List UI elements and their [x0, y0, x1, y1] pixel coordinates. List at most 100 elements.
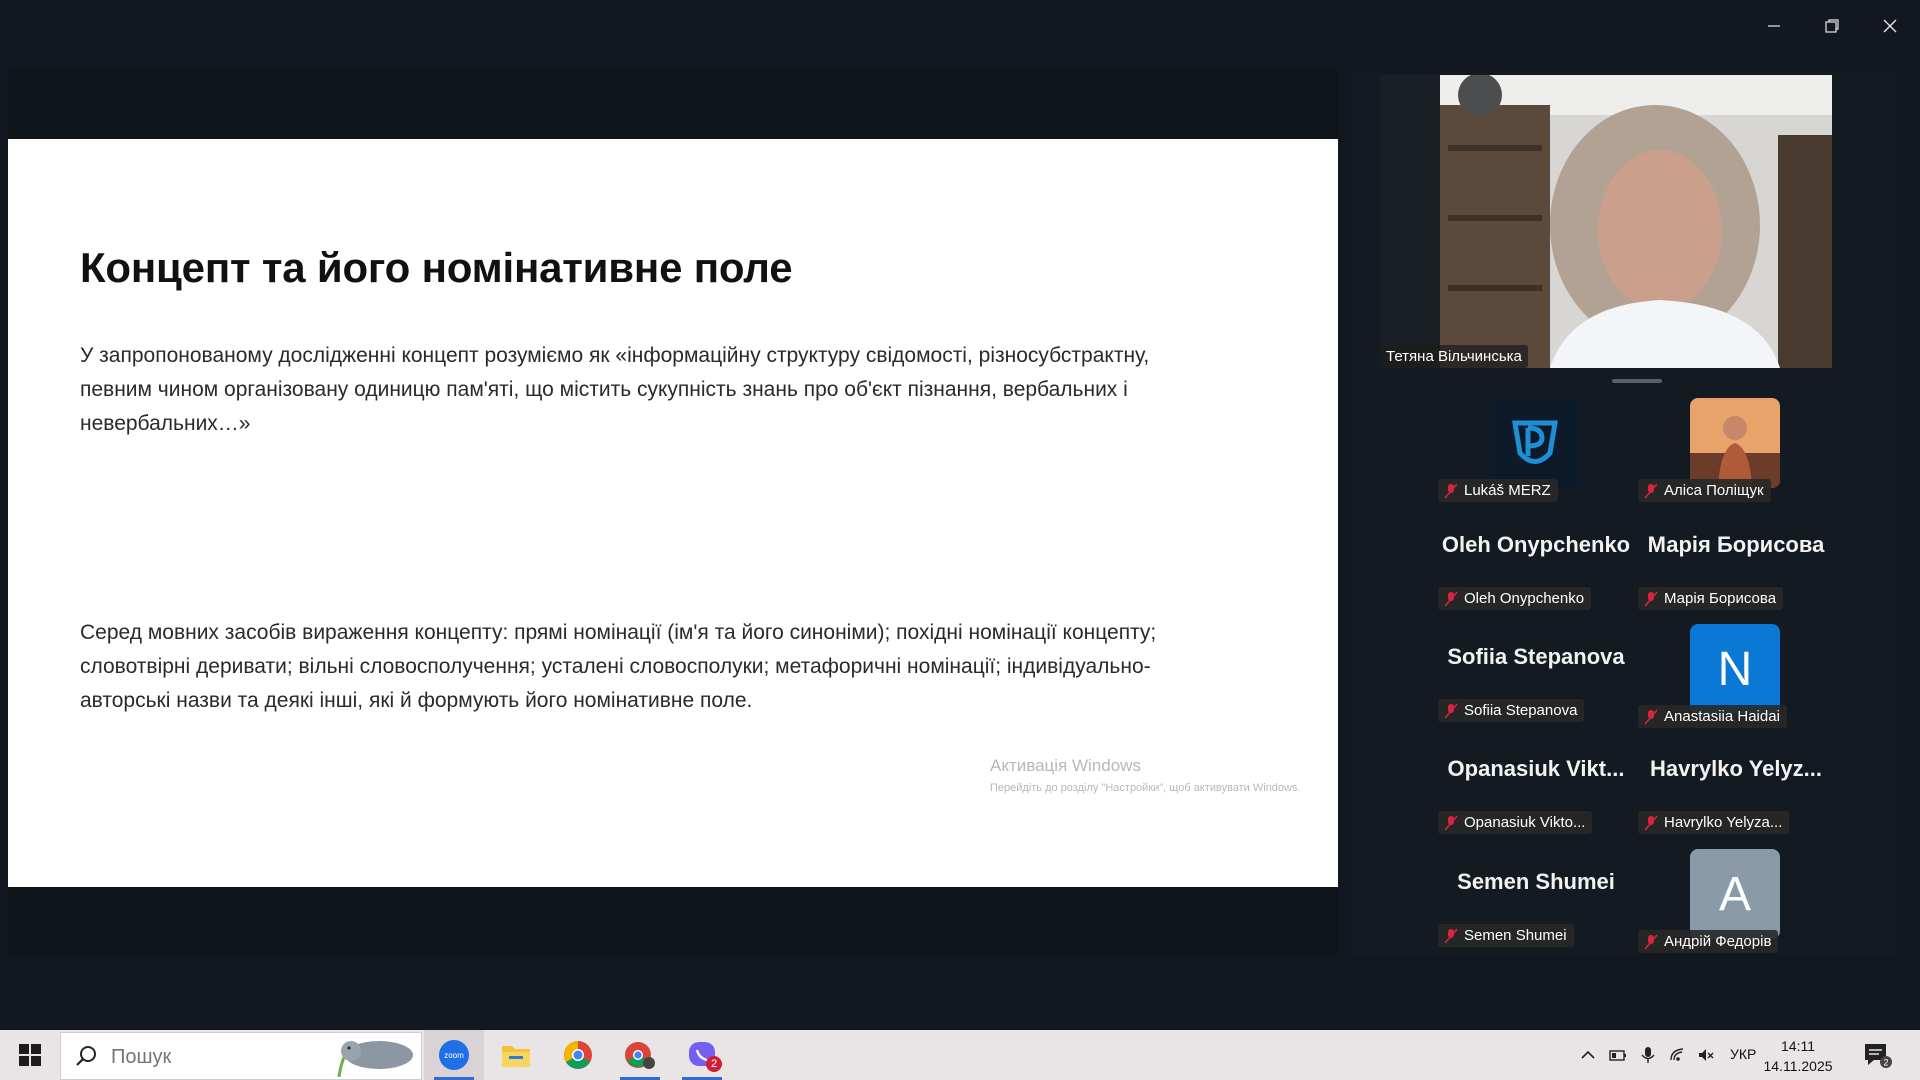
participant-tile[interactable]: A Андрій Федорів [1636, 849, 1836, 953]
presentation-slide: Концепт та його номінативне поле У запро… [8, 139, 1338, 887]
input-language-indicator[interactable]: УКР [1730, 1046, 1756, 1062]
slide-paragraph-2: Серед мовних засобів вираження концепту:… [80, 621, 1157, 712]
microphone-muted-icon [1644, 709, 1658, 725]
notification-center-button[interactable]: 2 [1862, 1040, 1892, 1070]
participant-tile[interactable]: Semen Shumei Semen Shumei [1436, 843, 1636, 947]
university-logo-avatar [1490, 398, 1580, 488]
wifi-icon [1670, 1048, 1684, 1061]
participant-name: Semen Shumei [1464, 927, 1567, 944]
participant-display-name: Semen Shumei [1457, 869, 1615, 894]
show-hidden-icons-button[interactable] [1576, 1030, 1600, 1080]
gallery-scroll-handle[interactable] [1612, 379, 1662, 383]
speaker-name-tag: Тетяна Вільчинська [1380, 345, 1528, 368]
participant-name-tag: Semen Shumei [1438, 924, 1574, 947]
participant-display-name: Марія Борисова [1647, 532, 1825, 557]
participant-name: Марія Борисова [1664, 590, 1777, 607]
letter-avatar: A [1690, 849, 1780, 939]
participant-name-tag: Lukáš MERZ [1438, 479, 1558, 502]
participant-name: Opanasiuk Vikto... [1464, 814, 1586, 831]
participant-photo-avatar [1690, 398, 1780, 488]
chevron-up-icon [1581, 1050, 1595, 1059]
participant-tile[interactable]: Марія Борисова Марія Борисова [1636, 506, 1836, 610]
network-button[interactable] [1666, 1030, 1690, 1080]
notification-badge: 2 [706, 1056, 722, 1072]
participant-display-name: Opanasiuk Vikt... [1447, 756, 1625, 781]
slide-paragraph-1: У запропонованому дослідженні концепт ро… [80, 344, 1150, 435]
participant-name: Андрій Федорів [1664, 933, 1772, 950]
chrome-icon [564, 1041, 592, 1069]
participant-name: Anastasiia Haidai [1664, 708, 1780, 725]
windows-taskbar: zoom 2 УКР 14:11 14.11.2025 2 [0, 1030, 1920, 1080]
taskbar-viber[interactable]: 2 [672, 1030, 732, 1080]
microphone-muted-icon [1444, 928, 1458, 944]
taskbar-file-explorer[interactable] [486, 1030, 546, 1080]
participant-name: Oleh Onypchenko [1464, 590, 1585, 607]
clock-date: 14.11.2025 [1763, 1058, 1833, 1074]
microphone-muted-icon [1444, 815, 1458, 831]
participant-tile[interactable]: Opanasiuk Vikt... Opanasiuk Vikto... [1436, 730, 1636, 834]
restore-button[interactable] [1804, 6, 1860, 46]
active-speaker-tile[interactable]: Тетяна Вільчинська [1380, 75, 1832, 368]
notifications-icon: 2 [1865, 1044, 1892, 1068]
notification-count: 2 [1883, 1058, 1888, 1068]
participant-display-name: Sofiia Stepanova [1447, 644, 1625, 669]
search-icon [76, 1046, 96, 1066]
microphone-muted-icon [1644, 934, 1658, 950]
taskbar-search[interactable] [60, 1032, 422, 1080]
minimize-button[interactable] [1746, 6, 1802, 46]
activation-title: Активація Windows [990, 756, 1141, 775]
participant-name-tag: Марія Борисова [1638, 587, 1784, 610]
participant-name-tag: Аліса Поліщук [1638, 479, 1771, 502]
participant-tile[interactable]: Аліса Поліщук [1636, 398, 1836, 502]
microphone-muted-icon [1644, 483, 1658, 499]
participant-tile[interactable]: Havrylko Yelyz... Havrylko Yelyza... [1636, 730, 1836, 834]
activation-subtitle: Перейдіть до розділу "Настройки", щоб ак… [990, 782, 1301, 794]
close-icon [1883, 19, 1897, 33]
window-titlebar [0, 0, 1920, 60]
participant-tile[interactable]: Lukáš MERZ [1436, 398, 1636, 502]
participant-display-name: Oleh Onypchenko [1441, 532, 1631, 557]
participant-tile[interactable]: N Anastasiia Haidai [1636, 624, 1836, 728]
microphone-icon [1641, 1047, 1655, 1063]
participant-display-name: Havrylko Yelyz... [1649, 756, 1823, 781]
microphone-muted-icon [1444, 591, 1458, 607]
participant-name-tag: Havrylko Yelyza... [1638, 811, 1790, 834]
participant-name: Havrylko Yelyza... [1664, 814, 1783, 831]
slide-title: Концепт та його номінативне поле [80, 244, 793, 291]
volume-muted-icon [1699, 1049, 1714, 1061]
folder-icon [502, 1046, 530, 1067]
taskbar-clock[interactable]: 14:11 14.11.2025 [1758, 1036, 1838, 1076]
minimize-icon [1768, 25, 1780, 27]
speaker-video [1440, 75, 1832, 368]
close-button[interactable] [1862, 6, 1918, 46]
zoom-app-icon: zoom [439, 1040, 469, 1070]
manatee-illustration-icon [337, 1041, 413, 1077]
participant-tile[interactable]: Oleh Onypchenko Oleh Onypchenko [1436, 506, 1636, 610]
participant-name: Аліса Поліщук [1664, 482, 1764, 499]
taskbar-chrome-profile[interactable] [610, 1030, 670, 1080]
letter-avatar: N [1690, 624, 1780, 714]
volume-button[interactable] [1694, 1030, 1718, 1080]
restore-icon [1825, 19, 1839, 33]
microphone-muted-icon [1644, 591, 1658, 607]
participant-name-tag: Oleh Onypchenko [1438, 587, 1592, 610]
clock-time: 14:11 [1781, 1038, 1815, 1054]
microphone-muted-icon [1644, 815, 1658, 831]
battery-button[interactable] [1606, 1030, 1630, 1080]
participant-tile[interactable]: Sofiia Stepanova Sofiia Stepanova [1436, 618, 1636, 722]
search-input[interactable] [109, 1043, 313, 1071]
participant-name-tag: Андрій Федорів [1638, 930, 1779, 953]
chrome-profile-icon [625, 1042, 655, 1069]
microphone-muted-icon [1444, 703, 1458, 719]
start-button[interactable] [0, 1030, 60, 1080]
participant-name: Lukáš MERZ [1464, 482, 1551, 499]
svg-text:zoom: zoom [444, 1051, 464, 1060]
taskbar-chrome[interactable] [548, 1030, 608, 1080]
windows-logo-icon [19, 1044, 41, 1066]
participant-name: Sofiia Stepanova [1464, 702, 1578, 719]
microphone-button[interactable] [1636, 1030, 1660, 1080]
taskbar-zoom[interactable]: zoom [424, 1030, 484, 1080]
microphone-muted-icon [1444, 483, 1458, 499]
battery-icon [1609, 1050, 1626, 1061]
windows-activation-watermark: Активація Windows Перейдіть до розділу "… [990, 756, 1310, 797]
